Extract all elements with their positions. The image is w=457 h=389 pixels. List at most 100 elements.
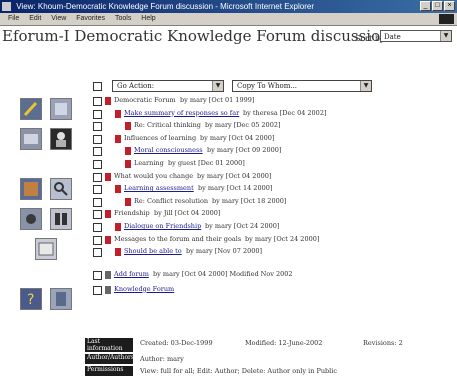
extra-meta: by mary [Oct 04 2000] Modified Nov 2002 xyxy=(153,269,293,278)
note-title[interactable]: Influences of learning xyxy=(124,135,196,142)
select-all-checkbox[interactable] xyxy=(93,82,102,91)
note-title[interactable]: Dialogue on Friendship xyxy=(124,223,201,230)
note-icon xyxy=(125,197,131,206)
footer-row-permissions: Permissions View: full for all; Edit: Au… xyxy=(85,366,457,376)
row-checkbox[interactable] xyxy=(93,122,102,132)
revisions-value: Revisions: 2 xyxy=(363,339,403,347)
extra-row[interactable]: Knowledge Forum xyxy=(93,285,453,295)
menu-bar: File Edit View Favorites Tools Help xyxy=(0,13,457,26)
tree-row[interactable]: Should be able to by mary [Nov 07 2000] xyxy=(93,247,453,258)
row-checkbox[interactable] xyxy=(93,172,102,182)
note-title[interactable]: Re: Conflict resolution xyxy=(134,198,208,205)
note-meta: by mary [Oct 09 2000] xyxy=(207,146,282,155)
note-meta: by guest [Dec 01 2000] xyxy=(168,159,245,167)
row-checkbox[interactable] xyxy=(93,160,102,169)
maximize-button[interactable]: □ xyxy=(432,1,443,11)
row-checkbox[interactable] xyxy=(93,248,102,258)
tree-row[interactable]: Re: Conflict resolution by mary [Oct 18 2… xyxy=(93,197,453,207)
menu-edit[interactable]: Edit xyxy=(29,15,41,22)
row-checkbox[interactable] xyxy=(93,97,102,106)
help-icon[interactable]: ? xyxy=(20,288,42,310)
note-meta: by mary [Oct 01 1999] xyxy=(180,96,255,104)
chevron-down-icon[interactable]: ▼ xyxy=(440,31,451,41)
action-select[interactable]: Go Action: ▼ xyxy=(112,80,224,92)
search-icon[interactable] xyxy=(50,178,72,200)
menu-file[interactable]: File xyxy=(8,15,19,22)
folder-icon xyxy=(105,270,111,279)
extra-row[interactable]: Add forum by mary [Oct 04 2000] Modified … xyxy=(93,270,453,280)
tree-row[interactable]: What would you change by mary [Oct 04 200… xyxy=(93,172,453,182)
row-checkbox[interactable] xyxy=(93,197,102,207)
group-icon[interactable] xyxy=(50,208,72,230)
row-checkbox[interactable] xyxy=(93,270,102,280)
note-title[interactable]: Re: Critical thinking xyxy=(134,122,201,129)
row-checkbox[interactable] xyxy=(93,210,102,220)
note-title[interactable]: What would you change xyxy=(114,173,193,180)
row-checkbox[interactable] xyxy=(93,285,102,295)
left-tool-panel: ? xyxy=(0,90,83,340)
note-meta: by mary [Oct 14 2000] xyxy=(198,184,273,193)
tree-row[interactable]: Learning assessment by mary [Oct 14 2000] xyxy=(93,184,453,195)
compose-icon[interactable] xyxy=(50,98,72,120)
footer-label: Author/Authors xyxy=(85,354,134,364)
row-checkbox[interactable] xyxy=(93,235,102,245)
note-meta: by mary [Oct 24 2000] xyxy=(205,222,280,230)
note-meta: by mary [Oct 24 2000] xyxy=(245,234,320,243)
window-title: View: Khoum-Democratic Knowledge Forum d… xyxy=(16,2,314,11)
write-icon[interactable] xyxy=(20,98,42,120)
tree-row[interactable]: Messages to the forum and their goals by … xyxy=(93,235,453,245)
book-icon[interactable] xyxy=(50,288,72,310)
footer-label: Last information xyxy=(85,338,133,352)
menu-view[interactable]: View xyxy=(51,15,66,22)
author-value: Author: mary xyxy=(140,355,184,363)
tree-row[interactable]: Learning by guest [Dec 01 2000] xyxy=(93,159,453,169)
chevron-down-icon[interactable]: ▼ xyxy=(360,81,371,91)
windows-logo-icon xyxy=(439,14,454,24)
row-checkbox[interactable] xyxy=(93,185,102,195)
note-icon xyxy=(125,160,131,168)
note-icon xyxy=(125,122,131,131)
tree-row[interactable]: Make summary of responses so far by there… xyxy=(93,109,453,119)
note-title[interactable]: Make summary of responses so far xyxy=(124,110,239,117)
footer-row-info: Last information Created: 03-Dec-1999 Mo… xyxy=(85,338,457,352)
close-button[interactable]: × xyxy=(444,1,455,11)
sort-select[interactable]: Date ▼ xyxy=(380,30,452,42)
settings-icon[interactable] xyxy=(20,208,42,230)
note-title[interactable]: Should be able to xyxy=(124,248,182,255)
tree-row[interactable]: Democratic Forum by mary [Oct 01 1999] xyxy=(93,96,453,106)
note-title[interactable]: Friendship xyxy=(114,210,150,217)
note-title[interactable]: Learning xyxy=(134,160,164,167)
image-icon[interactable] xyxy=(20,128,42,150)
note-title[interactable]: Learning assessment xyxy=(124,185,194,192)
note-title[interactable]: Democratic Forum xyxy=(114,97,176,104)
note-title[interactable]: Moral consciousness xyxy=(134,147,203,154)
row-checkbox[interactable] xyxy=(93,134,102,144)
footer-row-author: Author/Authors Author: mary xyxy=(85,354,457,364)
extra-title[interactable]: Add forum xyxy=(114,271,149,278)
people-icon[interactable] xyxy=(50,128,72,150)
note-icon xyxy=(105,210,111,219)
row-checkbox[interactable] xyxy=(93,147,102,157)
note-title[interactable]: Messages to the forum and their goals xyxy=(114,236,241,243)
tree-row[interactable]: Dialogue on Friendship by mary [Oct 24 20… xyxy=(93,222,453,232)
row-checkbox[interactable] xyxy=(93,223,102,232)
minimize-button[interactable]: _ xyxy=(420,1,431,11)
created-value: Created: 03-Dec-1999 xyxy=(140,339,213,347)
menu-help[interactable]: Help xyxy=(141,15,155,22)
menu-tools[interactable]: Tools xyxy=(115,15,131,22)
note-icon xyxy=(115,109,121,118)
chevron-down-icon[interactable]: ▼ xyxy=(212,81,223,91)
calendar-icon[interactable] xyxy=(35,238,57,260)
tree-row[interactable]: Influences of learning by mary [Oct 04 20… xyxy=(93,134,453,144)
sort-select-value: Date xyxy=(384,33,401,41)
tree-row[interactable]: Re: Critical thinking by mary [Dec 05 200… xyxy=(93,121,453,132)
tree-row[interactable]: Moral consciousness by mary [Oct 09 2000] xyxy=(93,146,453,157)
row-checkbox[interactable] xyxy=(93,109,102,119)
copy-select[interactable]: Copy To Whom... ▼ xyxy=(232,80,372,92)
tree-row[interactable]: Friendship by Jill [Oct 04 2000] xyxy=(93,209,453,220)
notes-icon[interactable] xyxy=(20,178,42,200)
note-icon xyxy=(115,185,121,194)
page-title: Eforum-I Democratic Knowledge Forum disc… xyxy=(2,27,390,45)
menu-favorites[interactable]: Favorites xyxy=(76,15,105,22)
extra-title[interactable]: Knowledge Forum xyxy=(114,286,174,293)
